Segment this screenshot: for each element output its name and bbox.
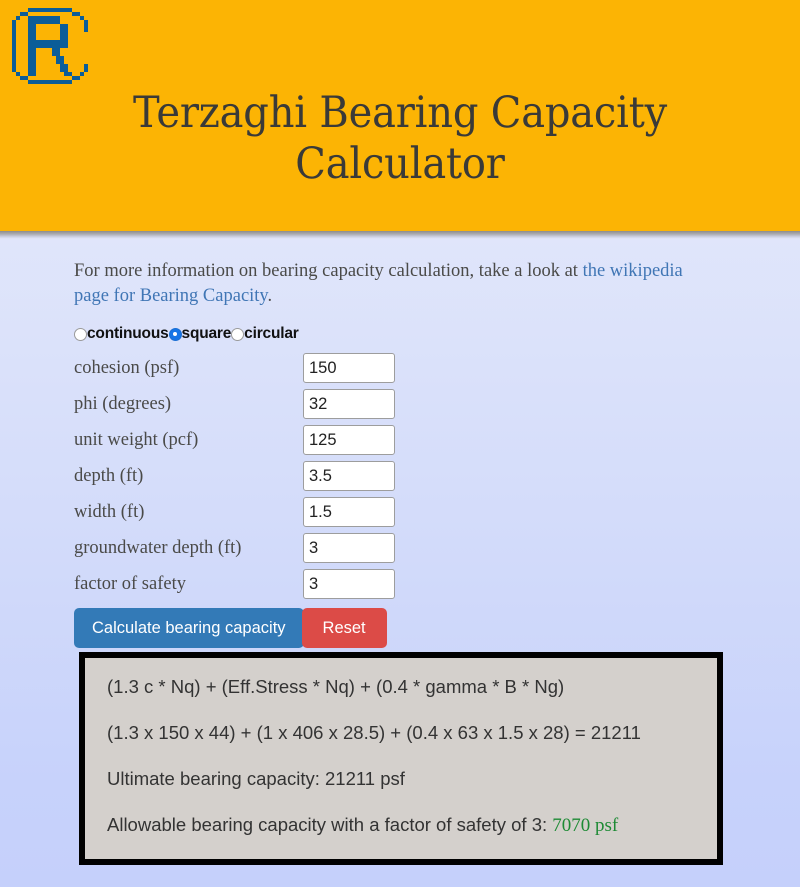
reset-button[interactable]: Reset — [301, 608, 387, 648]
result-ultimate-capacity: Ultimate bearing capacity: 21211 psf — [107, 768, 405, 789]
field-row-factor-of-safety: factor of safety — [74, 566, 800, 602]
radio-circular-icon[interactable] — [231, 327, 245, 341]
label-phi: phi (degrees) — [74, 393, 172, 414]
result-allowable-capacity: Allowable bearing capacity with a factor… — [107, 812, 695, 839]
parameters-form: cohesion (psf) phi (degrees) unit weight… — [74, 350, 800, 602]
input-cohesion[interactable] — [303, 353, 395, 383]
radio-option-continuous[interactable]: continuous — [74, 325, 169, 343]
intro-text-after: . — [267, 286, 273, 306]
field-row-phi: phi (degrees) — [74, 386, 800, 422]
input-groundwater-depth[interactable] — [303, 533, 395, 563]
radio-label-continuous: continuous — [87, 325, 169, 342]
input-factor-of-safety[interactable] — [303, 569, 395, 599]
label-depth: depth (ft) — [74, 465, 144, 486]
result-formula: (1.3 c * Nq) + (Eff.Stress * Nq) + (0.4 … — [107, 676, 565, 697]
label-cohesion: cohesion (psf) — [74, 357, 180, 378]
input-phi[interactable] — [303, 389, 395, 419]
field-row-depth: depth (ft) — [74, 458, 800, 494]
label-factor-of-safety: factor of safety — [74, 573, 186, 594]
action-button-row: Calculate bearing capacity Reset — [74, 608, 800, 648]
input-width[interactable] — [303, 497, 395, 527]
calculate-bearing-capacity-button[interactable]: Calculate bearing capacity — [74, 608, 304, 648]
field-row-width: width (ft) — [74, 494, 800, 530]
input-unit-weight[interactable] — [303, 425, 395, 455]
label-groundwater-depth: groundwater depth (ft) — [74, 537, 242, 558]
result-allowable-prefix: Allowable bearing capacity with a factor… — [107, 814, 553, 835]
page-title: Terzaghi Bearing Capacity Calculator — [132, 88, 668, 189]
label-unit-weight: unit weight (pcf) — [74, 429, 199, 450]
result-allowable-value: 7070 psf — [552, 815, 619, 836]
input-depth[interactable] — [303, 461, 395, 491]
radio-square-icon[interactable] — [168, 327, 182, 341]
result-substitution: (1.3 x 150 x 44) + (1 x 406 x 28.5) + (0… — [107, 722, 641, 743]
footing-shape-radio-group: continuous square circular — [74, 324, 800, 344]
radio-label-circular: circular — [244, 325, 299, 342]
label-width: width (ft) — [74, 501, 145, 522]
radio-continuous-icon[interactable] — [74, 327, 87, 341]
page-header: Terzaghi Bearing Capacity Calculator — [0, 0, 800, 231]
radio-option-circular[interactable]: circular — [231, 325, 299, 343]
field-row-unit-weight: unit weight (pcf) — [74, 422, 800, 458]
radio-option-square[interactable]: square — [168, 325, 232, 343]
radio-label-square: square — [181, 325, 232, 342]
header-shadow-divider — [0, 231, 800, 239]
results-panel: (1.3 c * Nq) + (Eff.Stress * Nq) + (0.4 … — [79, 652, 723, 865]
field-row-cohesion: cohesion (psf) — [74, 350, 800, 386]
intro-paragraph: For more information on bearing capacity… — [74, 259, 714, 309]
intro-text-before: For more information on bearing capacity… — [74, 261, 583, 281]
main-content: For more information on bearing capacity… — [0, 239, 800, 865]
field-row-groundwater-depth: groundwater depth (ft) — [74, 530, 800, 566]
